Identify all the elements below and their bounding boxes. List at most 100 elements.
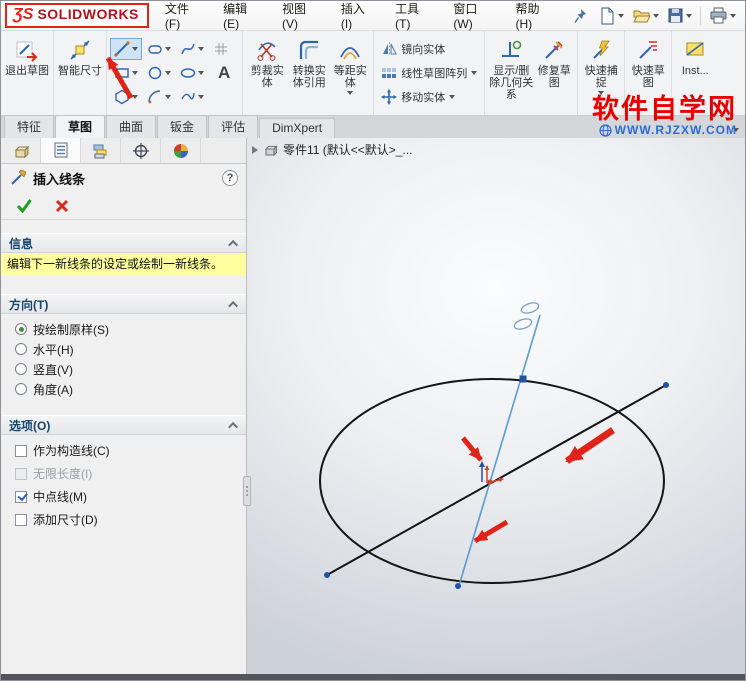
smart-dimension-button[interactable]: 智能尺寸 [57,35,103,77]
rectangle-tool-button[interactable] [110,62,142,84]
menu-window[interactable]: 窗口(W) [443,1,505,30]
ellipse-tool-caret[interactable] [198,71,204,75]
freeform-spline-tool-button[interactable] [176,86,208,108]
open-document-button[interactable] [629,5,662,26]
options-section-header[interactable]: 选项(O) [1,415,246,435]
property-manager-tab[interactable] [41,138,81,163]
spline-tool-button[interactable] [176,38,208,60]
checkbox-for-construction[interactable]: 作为构造线(C) [1,439,246,462]
command-tab-bar: 特征 草图 曲面 钣金 评估 DimXpert [1,116,745,138]
radio-horizontal[interactable]: 水平(H) [1,339,246,359]
checkbox-midpoint-line[interactable]: 中点线(M) [1,485,246,508]
menu-insert[interactable]: 插入(I) [331,1,385,30]
checkbox-add-dimensions[interactable]: 添加尺寸(D) [1,508,246,531]
collapse-chevron-icon[interactable] [228,300,238,310]
circle-tool-caret[interactable] [165,71,171,75]
move-entities-caret[interactable] [449,95,455,99]
rectangle-tool-icon [114,65,130,81]
slot-tool-icon [147,41,163,57]
radio-label: 按绘制原样(S) [33,321,109,338]
collapse-chevron-icon[interactable] [228,421,238,431]
polygon-tool-button[interactable] [110,86,142,108]
radio-as-sketched[interactable]: 按绘制原样(S) [1,319,246,339]
line-tool-caret[interactable] [132,47,138,51]
arc-tool-caret[interactable] [165,95,171,99]
sketch-centerline-blue[interactable] [458,315,540,589]
ellipse-tool-button[interactable] [176,62,208,84]
freeform-spline-caret[interactable] [198,95,204,99]
checkbox-label: 无限长度(I) [33,465,92,482]
midpoint-marker[interactable] [487,479,492,484]
print-icon [709,7,728,24]
quick-snaps-button[interactable]: 快速捕捉 [581,35,621,95]
menu-edit[interactable]: 编辑(E) [213,1,272,30]
tab-surfaces[interactable]: 曲面 [106,115,156,138]
move-entities-button[interactable]: 移动实体 [377,87,481,107]
display-delete-relations-button[interactable]: 显示/删除几何关系 [488,35,534,101]
radio-label: 角度(A) [33,381,73,398]
menu-help[interactable]: 帮助(H) [505,1,565,30]
offset-entities-caret[interactable] [347,91,353,95]
new-document-caret[interactable] [618,14,624,18]
sketch-point-square[interactable] [520,376,527,383]
rapid-sketch-button[interactable]: 快速草图 [628,35,668,89]
spline-tool-caret[interactable] [198,47,204,51]
instant-tool-button[interactable]: Inst... [675,35,715,77]
configuration-manager-tab[interactable] [81,138,121,163]
menu-view[interactable]: 视图(V) [272,1,331,30]
collapse-chevron-icon[interactable] [228,239,238,249]
tab-dimxpert[interactable]: DimXpert [259,118,335,138]
arc-tool-button[interactable] [143,86,175,108]
offset-entities-button[interactable]: 等距实体 [330,35,370,95]
tab-sketch[interactable]: 草图 [55,115,105,138]
ok-button[interactable] [13,196,35,216]
message-section-header[interactable]: 信息 [1,233,246,253]
repair-sketch-button[interactable]: 修复草图 [534,35,574,89]
menu-file[interactable]: 文件(F) [155,1,213,30]
mirror-entities-button[interactable]: 镜向实体 [377,39,481,59]
sketch-grid-button[interactable] [209,38,233,60]
expand-tree-icon[interactable] [252,146,258,154]
radio-vertical[interactable]: 竖直(V) [1,359,246,379]
endpoint-dot-bottom[interactable] [455,583,461,589]
tab-overflow-caret[interactable] [733,128,739,132]
feature-manager-tab[interactable] [1,138,41,163]
linear-pattern-caret[interactable] [471,71,477,75]
endpoint-dot-left[interactable] [324,572,330,578]
panel-splitter-handle[interactable] [243,476,251,506]
feature-tree-breadcrumb[interactable]: 零件11 (默认<<默认>_... [252,141,413,158]
dimxpert-manager-tab[interactable] [121,138,161,163]
menu-tools[interactable]: 工具(T) [385,1,443,30]
quick-snaps-caret[interactable] [598,91,604,95]
trim-entities-button[interactable]: 剪裁实体 [246,35,288,89]
help-button[interactable]: ? [222,170,238,186]
sketch-canvas[interactable] [247,138,745,674]
graphics-viewport[interactable]: 零件11 (默认<<默认>_... [247,138,745,674]
linear-sketch-pattern-button[interactable]: 线性草图阵列 [377,63,481,83]
radio-angle[interactable]: 角度(A) [1,379,246,399]
open-document-caret[interactable] [653,14,659,18]
endpoint-dot-right[interactable] [663,382,669,388]
tab-features[interactable]: 特征 [4,115,54,138]
save-button[interactable] [664,5,695,26]
slot-tool-button[interactable] [143,38,175,60]
quick-access-toolbar [596,5,745,27]
print-button[interactable] [706,5,739,26]
polygon-tool-caret[interactable] [132,95,138,99]
circle-tool-button[interactable] [143,62,175,84]
rectangle-tool-caret[interactable] [132,71,138,75]
slot-tool-caret[interactable] [165,47,171,51]
print-caret[interactable] [730,14,736,18]
save-caret[interactable] [686,14,692,18]
pin-menu-icon[interactable] [573,8,588,24]
cancel-button[interactable] [51,196,73,216]
convert-entities-button[interactable]: 转换实体引用 [288,35,330,89]
line-tool-button[interactable] [110,38,142,60]
text-tool-button[interactable]: A [209,60,239,86]
new-document-button[interactable] [596,5,627,27]
tab-sheet-metal[interactable]: 钣金 [157,115,207,138]
orientation-section-header[interactable]: 方向(T) [1,294,246,314]
display-manager-tab[interactable] [161,138,201,163]
exit-sketch-button[interactable]: 退出草图 [4,35,50,77]
tab-evaluate[interactable]: 评估 [208,115,258,138]
